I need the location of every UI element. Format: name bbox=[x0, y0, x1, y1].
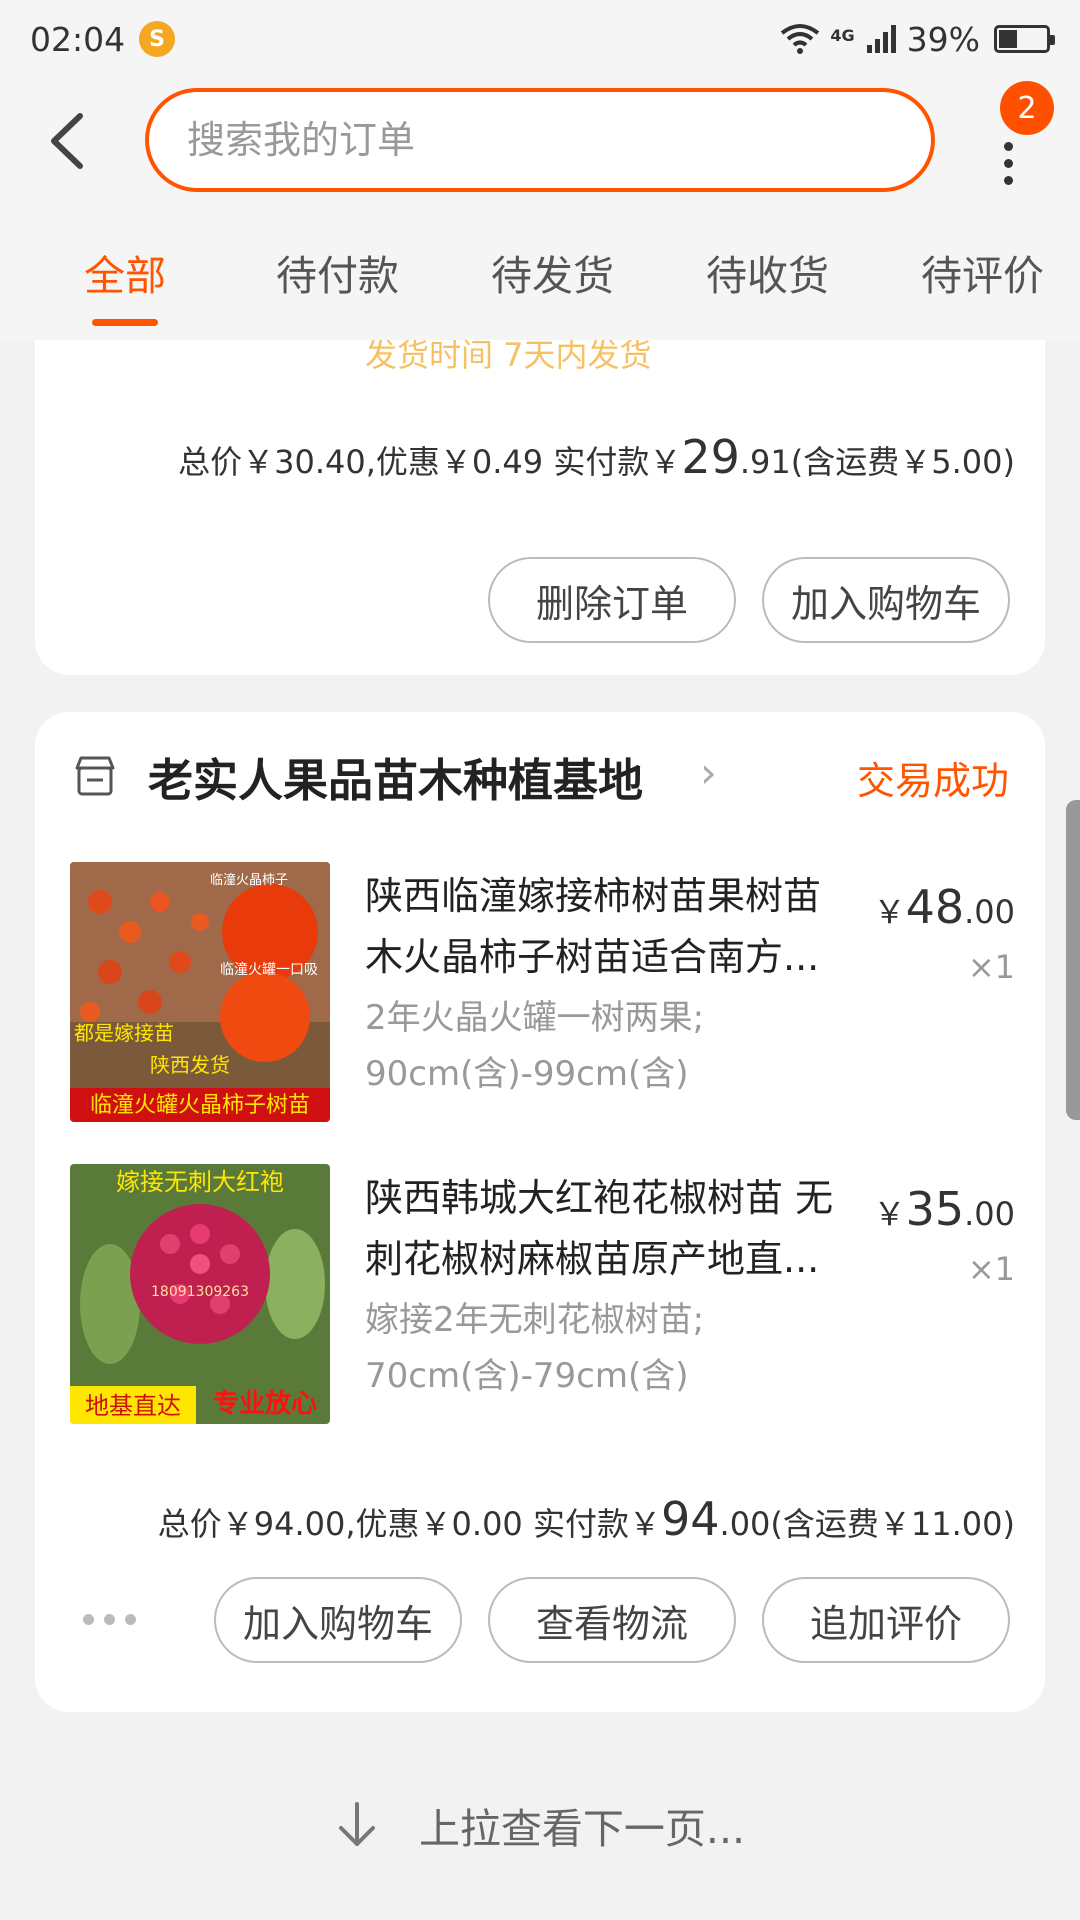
arrow-down-icon bbox=[338, 1802, 375, 1846]
summary-suffix: (含运费￥5.00) bbox=[790, 443, 1015, 481]
chevron-right-icon: › bbox=[700, 748, 717, 797]
spec-line: 90cm(含)-99cm(含) bbox=[365, 1054, 689, 1094]
summary-prefix: 总价￥94.00,优惠￥0.00 实付款￥ bbox=[157, 1505, 661, 1543]
search-input[interactable] bbox=[187, 118, 931, 162]
notification-badge: 2 bbox=[1000, 81, 1054, 135]
battery-level bbox=[999, 30, 1017, 48]
order-item[interactable]: 嫁接无刺大红袍 18091309263 地基直达 专业放心 陕西韩城大红袍花椒树… bbox=[35, 1164, 1045, 1434]
shop-icon bbox=[75, 756, 115, 796]
tab-pending-receipt[interactable]: 待收货 bbox=[706, 204, 829, 340]
spec-line: 70cm(含)-79cm(含) bbox=[365, 1356, 689, 1396]
product-spec: 2年火晶火罐一树两果; 90cm(含)-99cm(含) bbox=[365, 990, 785, 1102]
order-tabs: 全部 待付款 待发货 待收货 待评价 bbox=[0, 204, 1080, 340]
image-caption: 18091309263 bbox=[151, 1284, 249, 1300]
image-caption: 临潼火罐一口吸 bbox=[220, 961, 318, 978]
spec-line: 嫁接2年无刺花椒树苗; bbox=[365, 1300, 705, 1340]
product-price: ￥48.00 bbox=[873, 880, 1015, 934]
image-caption: 临潼火晶柿子 bbox=[210, 872, 288, 888]
ship-note: 发货时间 7天内发货 bbox=[365, 340, 652, 374]
shop-header[interactable]: 老实人果品苗木种植基地 › 交易成功 bbox=[35, 712, 1045, 842]
summary-suffix: (含运费￥11.00) bbox=[770, 1505, 1015, 1543]
image-caption: 专业放心 bbox=[213, 1388, 317, 1419]
summary-prefix: 总价￥30.40,优惠￥0.49 实付款￥ bbox=[178, 443, 682, 481]
tab-all[interactable]: 全部 bbox=[84, 204, 166, 340]
product-title[interactable]: 陕西韩城大红袍花椒树苗 无刺花椒树麻椒苗原产地直... bbox=[365, 1168, 855, 1290]
more-actions-button[interactable] bbox=[83, 1614, 136, 1625]
image-caption: 陕西发货 bbox=[150, 1053, 230, 1077]
view-logistics-button[interactable]: 查看物流 bbox=[488, 1577, 736, 1663]
wifi-icon bbox=[781, 24, 820, 54]
delete-order-button[interactable]: 删除订单 bbox=[488, 557, 736, 643]
image-caption: 地基直达 bbox=[85, 1392, 181, 1420]
paid-amount-dec: .91 bbox=[739, 443, 791, 481]
product-spec: 嫁接2年无刺花椒树苗; 70cm(含)-79cm(含) bbox=[365, 1292, 785, 1404]
add-to-cart-button[interactable]: 加入购物车 bbox=[762, 557, 1010, 643]
header: 2 bbox=[0, 78, 1080, 204]
side-drawer-handle[interactable] bbox=[1066, 800, 1080, 1120]
network-type-label: 4G bbox=[830, 25, 855, 45]
add-to-cart-button[interactable]: 加入购物车 bbox=[214, 1577, 462, 1663]
product-image[interactable]: 嫁接无刺大红袍 18091309263 地基直达 专业放心 bbox=[70, 1164, 330, 1424]
order-card: 老实人果品苗木种植基地 › 交易成功 临潼火罐火晶柿子树苗 临潼火晶柿子 临潼火… bbox=[35, 712, 1045, 1712]
paid-amount-int: 94 bbox=[660, 1492, 720, 1546]
order-status: 交易成功 bbox=[856, 759, 1009, 803]
paid-amount-dec: .00 bbox=[719, 1505, 771, 1543]
order-list[interactable]: 发货时间 7天内发货 总价￥30.40,优惠￥0.49 实付款￥ 29 .91 … bbox=[0, 340, 1080, 1920]
notification-app-icon: S bbox=[139, 21, 176, 57]
tab-pending-payment[interactable]: 待付款 bbox=[276, 204, 399, 340]
paid-amount-int: 29 bbox=[681, 430, 740, 484]
status-indicators: 4G 39% bbox=[780, 19, 1055, 59]
product-title[interactable]: 陕西临潼嫁接柿树苗果树苗木火晶柿子树苗适合南方... bbox=[365, 866, 855, 988]
search-box[interactable] bbox=[145, 88, 935, 192]
battery-icon bbox=[994, 25, 1055, 53]
product-price: ￥35.00 bbox=[873, 1182, 1015, 1236]
product-image[interactable]: 临潼火罐火晶柿子树苗 临潼火晶柿子 临潼火罐一口吸 都是嫁接苗 陕西发货 bbox=[70, 862, 330, 1122]
tab-pending-shipment[interactable]: 待发货 bbox=[491, 204, 614, 340]
order-item[interactable]: 临潼火罐火晶柿子树苗 临潼火晶柿子 临潼火罐一口吸 都是嫁接苗 陕西发货 陕西临… bbox=[35, 862, 1045, 1132]
back-icon[interactable] bbox=[40, 106, 100, 176]
tab-pending-review[interactable]: 待评价 bbox=[921, 204, 1044, 340]
load-more-label: 上拉查看下一页... bbox=[418, 1805, 746, 1853]
status-time: 02:04 bbox=[30, 19, 126, 59]
order-summary: 总价￥94.00,优惠￥0.00 实付款￥ 94 .00 (含运费￥11.00) bbox=[158, 1492, 1015, 1546]
load-more-hint: 上拉查看下一页... bbox=[0, 1770, 1080, 1880]
image-caption: 临潼火罐火晶柿子树苗 bbox=[90, 1093, 310, 1118]
status-bar: 02:04 S 4G 39% bbox=[0, 0, 1080, 78]
add-review-button[interactable]: 追加评价 bbox=[762, 1577, 1010, 1663]
spec-line: 2年火晶火罐一树两果; bbox=[365, 998, 705, 1038]
order-card: 发货时间 7天内发货 总价￥30.40,优惠￥0.49 实付款￥ 29 .91 … bbox=[35, 340, 1045, 675]
product-quantity: ×1 bbox=[967, 948, 1015, 986]
battery-percent: 39% bbox=[906, 19, 980, 59]
signal-icon bbox=[866, 25, 896, 53]
shop-name[interactable]: 老实人果品苗木种植基地 bbox=[148, 744, 643, 809]
product-quantity: ×1 bbox=[967, 1250, 1015, 1288]
order-summary: 总价￥30.40,优惠￥0.49 实付款￥ 29 .91 (含运费￥5.00) bbox=[178, 430, 1015, 484]
image-caption: 都是嫁接苗 bbox=[74, 1021, 174, 1045]
image-caption: 嫁接无刺大红袍 bbox=[116, 1168, 284, 1196]
